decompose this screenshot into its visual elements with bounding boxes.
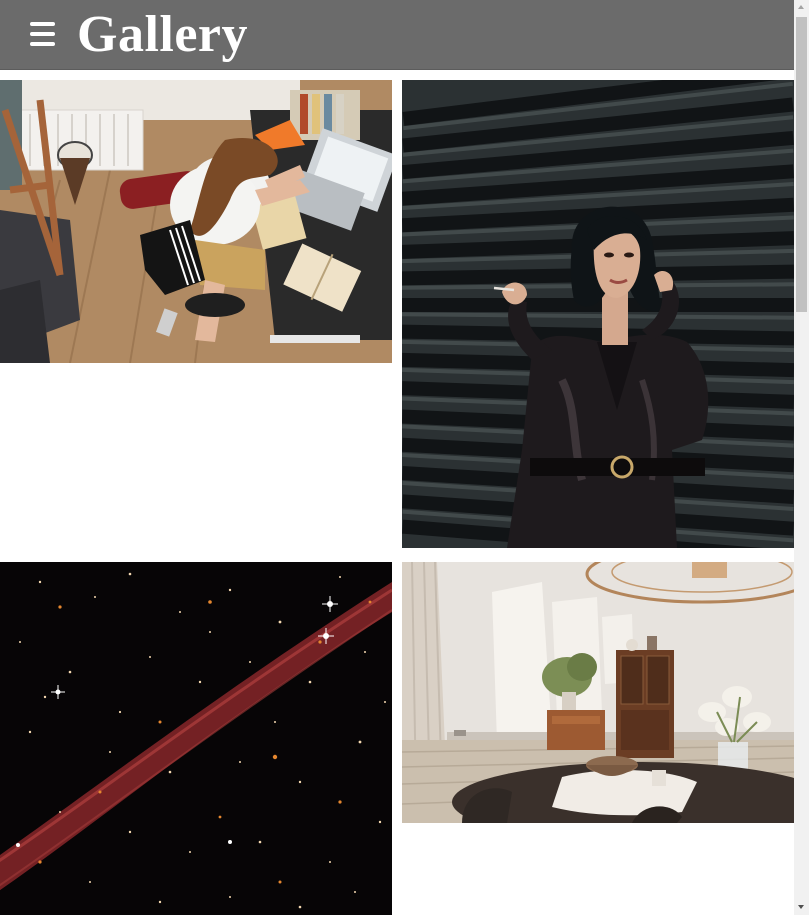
dining-room-graphic xyxy=(402,562,794,823)
page-title: Gallery xyxy=(77,6,249,63)
hamburger-menu-icon[interactable] xyxy=(28,20,58,48)
student-photo-graphic xyxy=(0,80,392,363)
gallery-photo-dining-room[interactable] xyxy=(402,562,794,823)
scrollbar-thumb[interactable] xyxy=(796,17,807,312)
gallery-photo-woman-portrait[interactable] xyxy=(402,80,794,548)
starry-sky-graphic xyxy=(0,562,392,915)
scroll-down-arrow-icon[interactable] xyxy=(794,900,809,915)
gallery-photo-starry-sky[interactable] xyxy=(0,562,392,915)
woman-photo-graphic xyxy=(402,80,794,548)
header-bar: Gallery xyxy=(0,0,794,70)
vertical-scrollbar[interactable] xyxy=(794,0,809,915)
scroll-up-arrow-icon[interactable] xyxy=(794,0,809,15)
gallery-page: Gallery xyxy=(0,0,809,915)
gallery-photo-student-desk[interactable] xyxy=(0,80,392,363)
